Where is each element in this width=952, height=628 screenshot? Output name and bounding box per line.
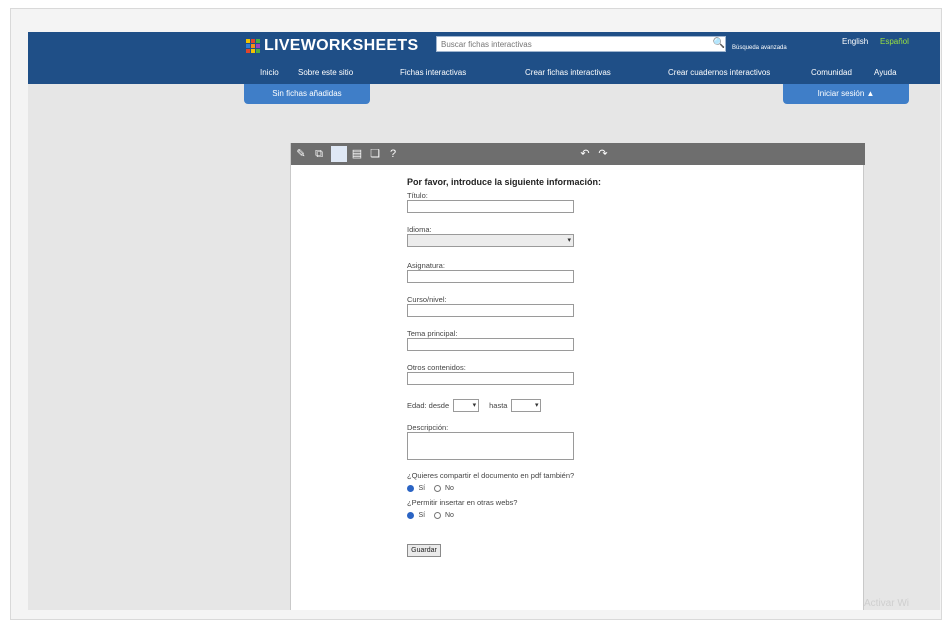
logo-grid-icon [246, 39, 260, 53]
chevron-down-icon: ▾ [472, 402, 477, 409]
undo-icon[interactable]: ↶ [577, 146, 593, 162]
age-from-label: Edad: desde [407, 401, 450, 410]
logo-square [251, 49, 255, 53]
language-select[interactable]: ▾ [407, 234, 574, 247]
tab-login[interactable]: Iniciar sesión ▲ [783, 84, 909, 104]
title-input[interactable] [407, 200, 574, 213]
form-title: Por favor, introduce la siguiente inform… [407, 177, 602, 187]
main-topic-input[interactable] [407, 338, 574, 351]
worksheet-info-form: Por favor, introduce la siguiente inform… [407, 177, 707, 557]
age-from-select[interactable]: ▾ [453, 399, 480, 412]
share-pdf-yes-radio[interactable] [407, 485, 414, 493]
redo-icon[interactable]: ↷ [595, 146, 611, 162]
subject-input[interactable] [407, 270, 574, 283]
title-label: Título: [407, 191, 428, 200]
main-nav: Inicio Sobre este sitio Fichas interacti… [28, 68, 940, 82]
editor-toolbar: ✎ ⧉ ▤ ❏ ? ↶ ↷ [291, 143, 865, 165]
logo-square [246, 49, 250, 53]
description-textarea[interactable] [407, 432, 574, 460]
logo-square [256, 49, 260, 53]
embed-yes-label: Sí [418, 512, 426, 520]
edit-icon[interactable]: ✎ [293, 146, 309, 162]
grade-label: Curso/nivel: [407, 295, 447, 304]
site-header: LIVEWORKSHEETS 🔍 Búsqueda avanzada Engli… [28, 32, 940, 84]
search-input[interactable] [441, 39, 711, 49]
share-pdf-question: ¿Quieres compartir el documento en pdf t… [407, 471, 575, 480]
pages-icon[interactable]: ❏ [367, 146, 383, 162]
age-to-label: hasta [489, 401, 508, 410]
nav-item-about[interactable]: Sobre este sitio [298, 68, 353, 77]
advanced-search-link[interactable]: Búsqueda avanzada [732, 45, 787, 51]
embed-no-label: No [444, 512, 454, 520]
chevron-down-icon: ▾ [567, 237, 571, 244]
copy-icon[interactable]: ⧉ [311, 146, 327, 162]
search-box [436, 36, 726, 52]
watermark-text: Activar Wi [864, 598, 909, 609]
embed-no-radio[interactable] [433, 512, 441, 520]
nav-item-inicio[interactable]: Inicio [260, 68, 279, 77]
logo-text: LIVEWORKSHEETS [264, 37, 419, 54]
language-english-link[interactable]: English [842, 37, 868, 46]
nav-item-create-worksheets[interactable]: Crear fichas interactivas [525, 68, 611, 77]
nav-item-create-workbooks[interactable]: Crear cuadernos interactivos [668, 68, 770, 77]
other-contents-label: Otros contenidos: [407, 363, 466, 372]
nav-item-worksheets[interactable]: Fichas interactivas [400, 68, 466, 77]
share-pdf-yes-label: Sí [418, 485, 426, 493]
share-pdf-no-radio[interactable] [433, 485, 441, 493]
editor-panel: ✎ ⧉ ▤ ❏ ? ↶ ↷ Por favor, introduce la si… [290, 143, 865, 610]
nav-item-community[interactable]: Comunidad [811, 68, 852, 77]
grade-input[interactable] [407, 304, 574, 317]
save-button[interactable]: Guardar [407, 544, 441, 557]
help-icon[interactable]: ? [385, 146, 401, 162]
magnifier-icon[interactable]: 🔍 [712, 36, 726, 52]
document-icon[interactable]: ▤ [349, 146, 365, 162]
logo-square [256, 44, 260, 48]
logo-square [251, 39, 255, 43]
logo-square [246, 44, 250, 48]
embed-yes-radio[interactable] [407, 512, 414, 520]
description-label: Descripción: [407, 423, 449, 432]
logo-square [256, 39, 260, 43]
main-topic-label: Tema principal: [407, 329, 458, 338]
share-pdf-no-label: No [444, 485, 454, 493]
site-logo[interactable]: LIVEWORKSHEETS [246, 37, 418, 55]
chevron-down-icon: ▾ [534, 402, 539, 409]
language-label: Idioma: [407, 225, 432, 234]
tab-added-worksheets[interactable]: Sin fichas añadidas [244, 84, 370, 104]
blank-page-icon[interactable] [331, 146, 347, 162]
subject-label: Asignatura: [407, 261, 445, 270]
embed-question: ¿Permitir insertar en otras webs? [407, 498, 518, 507]
language-spanish-link[interactable]: Español [880, 37, 909, 46]
other-contents-input[interactable] [407, 372, 574, 385]
logo-square [251, 44, 255, 48]
age-to-select[interactable]: ▾ [511, 399, 542, 412]
nav-item-help[interactable]: Ayuda [874, 68, 897, 77]
logo-square [246, 39, 250, 43]
